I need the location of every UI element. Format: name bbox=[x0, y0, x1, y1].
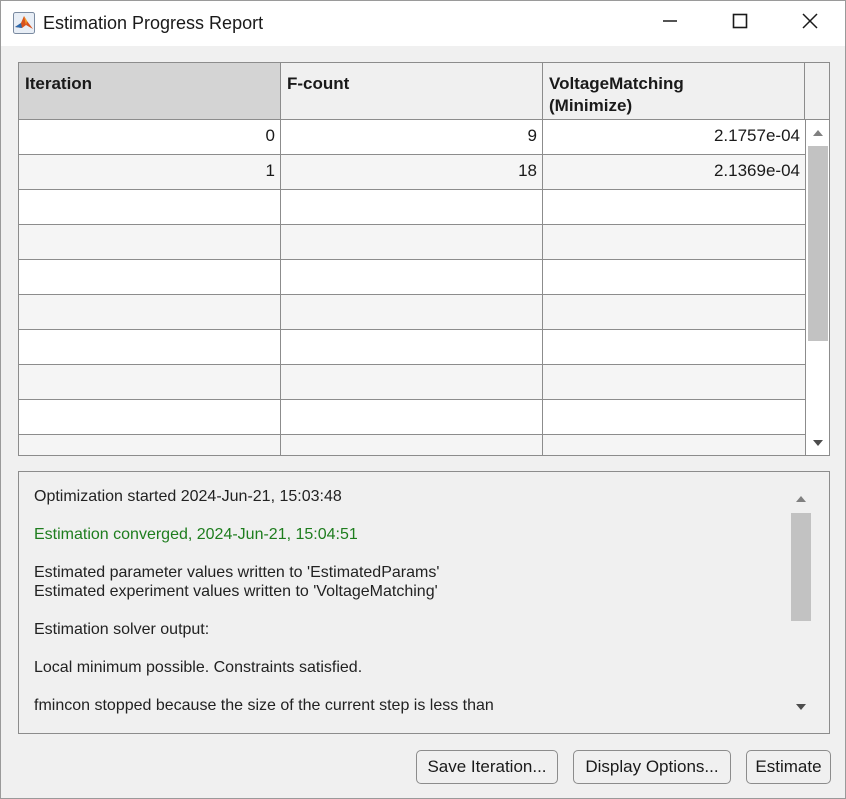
log-line: Estimated experiment values written to '… bbox=[34, 583, 438, 600]
solver-log-panel[interactable]: Optimization started 2024-Jun-21, 15:03:… bbox=[18, 471, 830, 734]
maximize-icon bbox=[732, 13, 748, 34]
table-cell[interactable] bbox=[543, 330, 805, 364]
estimation-progress-window: Estimation Progress Report Iteration F-c… bbox=[0, 0, 846, 799]
table-cell[interactable] bbox=[19, 190, 281, 224]
table-cell[interactable] bbox=[281, 295, 543, 329]
table-cell[interactable]: 2.1369e-04 bbox=[543, 155, 805, 189]
column-header-fcount[interactable]: F-count bbox=[281, 63, 543, 119]
iteration-table: Iteration F-count VoltageMatching (Minim… bbox=[18, 62, 830, 456]
estimate-button[interactable]: Estimate bbox=[746, 750, 831, 784]
close-button[interactable] bbox=[775, 1, 845, 46]
close-icon bbox=[802, 13, 818, 34]
table-cell[interactable] bbox=[19, 330, 281, 364]
minimize-icon bbox=[662, 13, 678, 34]
table-cell[interactable] bbox=[543, 225, 805, 259]
table-cell[interactable] bbox=[281, 435, 543, 455]
table-row[interactable] bbox=[19, 330, 805, 365]
table-row[interactable] bbox=[19, 260, 805, 295]
table-row[interactable] bbox=[19, 365, 805, 400]
table-cell[interactable] bbox=[543, 260, 805, 294]
minimize-button[interactable] bbox=[635, 1, 705, 46]
scrollbar-thumb[interactable] bbox=[808, 146, 828, 341]
title-bar[interactable]: Estimation Progress Report bbox=[1, 1, 845, 46]
table-header: Iteration F-count VoltageMatching (Minim… bbox=[19, 63, 829, 120]
table-cell[interactable] bbox=[281, 260, 543, 294]
table-cell[interactable] bbox=[543, 400, 805, 434]
table-cell[interactable]: 9 bbox=[281, 120, 543, 154]
table-row[interactable] bbox=[19, 435, 805, 455]
log-line: Local minimum possible. Constraints sati… bbox=[34, 659, 363, 676]
table-body: 0 9 2.1757e-04 1 18 2.1369e-04 bbox=[19, 120, 805, 455]
table-row[interactable] bbox=[19, 190, 805, 225]
table-cell[interactable]: 1 bbox=[19, 155, 281, 189]
window-title: Estimation Progress Report bbox=[43, 13, 264, 33]
log-line-converged: Estimation converged, 2024-Jun-21, 15:04… bbox=[34, 526, 358, 543]
log-line: Optimization started 2024-Jun-21, 15:03:… bbox=[34, 488, 342, 505]
column-header-iteration[interactable]: Iteration bbox=[19, 63, 281, 119]
maximize-button[interactable] bbox=[705, 1, 775, 46]
table-cell[interactable] bbox=[281, 190, 543, 224]
table-cell[interactable]: 18 bbox=[281, 155, 543, 189]
table-cell[interactable] bbox=[543, 190, 805, 224]
table-cell[interactable] bbox=[543, 295, 805, 329]
table-cell[interactable] bbox=[19, 225, 281, 259]
log-line: Estimated parameter values written to 'E… bbox=[34, 564, 440, 581]
scroll-up-arrow-icon[interactable] bbox=[796, 496, 806, 502]
table-row[interactable] bbox=[19, 295, 805, 330]
table-row[interactable] bbox=[19, 225, 805, 260]
table-cell[interactable] bbox=[19, 435, 281, 455]
table-row[interactable]: 1 18 2.1369e-04 bbox=[19, 155, 805, 190]
table-cell[interactable] bbox=[19, 260, 281, 294]
matlab-logo-icon bbox=[13, 12, 35, 34]
table-cell[interactable]: 0 bbox=[19, 120, 281, 154]
table-cell[interactable] bbox=[281, 400, 543, 434]
scroll-down-arrow-icon[interactable] bbox=[813, 440, 823, 446]
table-row[interactable]: 0 9 2.1757e-04 bbox=[19, 120, 805, 155]
header-spacer bbox=[805, 63, 829, 119]
table-cell[interactable] bbox=[19, 400, 281, 434]
scrollbar-thumb[interactable] bbox=[791, 513, 811, 621]
log-line: Estimation solver output: bbox=[34, 621, 210, 638]
table-cell[interactable] bbox=[543, 435, 805, 455]
scroll-up-arrow-icon[interactable] bbox=[813, 130, 823, 136]
table-cell[interactable] bbox=[281, 225, 543, 259]
scroll-down-arrow-icon[interactable] bbox=[796, 704, 806, 710]
table-cell[interactable] bbox=[281, 365, 543, 399]
column-header-line: VoltageMatching bbox=[549, 74, 684, 93]
table-cell[interactable] bbox=[543, 365, 805, 399]
column-header-voltage-matching[interactable]: VoltageMatching (Minimize) bbox=[543, 63, 805, 119]
table-cell[interactable] bbox=[281, 330, 543, 364]
table-cell[interactable] bbox=[19, 365, 281, 399]
log-vertical-scrollbar[interactable] bbox=[790, 488, 812, 716]
display-options-button[interactable]: Display Options... bbox=[573, 750, 731, 784]
table-cell[interactable] bbox=[19, 295, 281, 329]
save-iteration-button[interactable]: Save Iteration... bbox=[416, 750, 558, 784]
table-cell[interactable]: 2.1757e-04 bbox=[543, 120, 805, 154]
table-vertical-scrollbar[interactable] bbox=[805, 120, 829, 455]
table-row[interactable] bbox=[19, 400, 805, 435]
column-header-line: (Minimize) bbox=[549, 96, 633, 115]
log-line: fmincon stopped because the size of the … bbox=[34, 697, 494, 714]
